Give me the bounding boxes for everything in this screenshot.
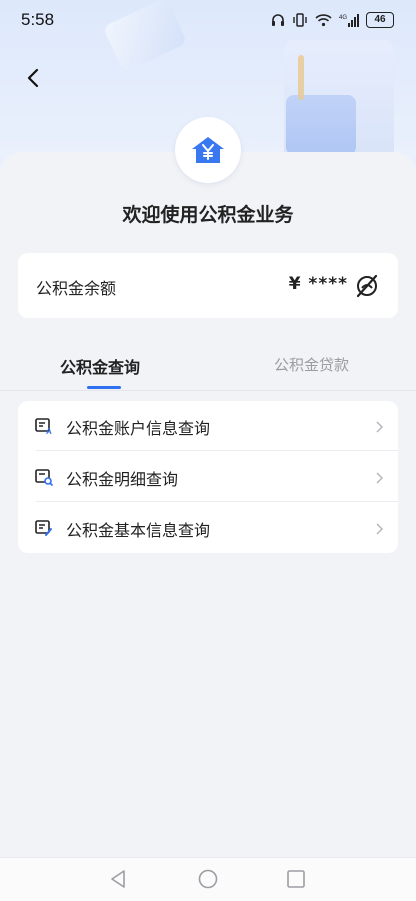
divider [36,450,398,451]
balance-value: ¥ **** [288,274,348,294]
menu-item-basic-info-query[interactable]: 公积金基本信息查询 [18,503,398,553]
battery-indicator: 46 [366,12,394,28]
tab-fund-query[interactable]: 公积金查询 [60,354,140,378]
chevron-right-icon [376,523,384,535]
divider [36,501,398,502]
house-yen-icon [192,137,224,163]
balance-card: 公积金余额 ¥ **** [18,253,398,318]
chevron-right-icon [376,472,384,484]
tab-fund-loan[interactable]: 公积金贷款 [274,354,349,375]
system-nav-bar [0,857,416,901]
chevron-left-icon[interactable] [22,66,46,90]
decor-shape [298,55,304,100]
account-doc-icon: A [35,418,52,436]
eye-hidden-icon[interactable] [354,273,380,299]
active-tab-indicator [87,386,121,389]
wifi-icon [315,14,332,27]
menu-item-detail-query[interactable]: 公积金明细查询 [18,452,398,502]
svg-text:4G: 4G [339,15,347,21]
headphones-icon [272,14,284,26]
square-recents-icon[interactable] [285,868,307,890]
triangle-back-icon[interactable] [108,868,130,890]
svg-text:A: A [46,427,52,436]
status-icons: 4G 46 [271,12,394,28]
page-title: 欢迎使用公积金业务 [122,204,294,226]
menu-item-label: 公积金基本信息查询 [66,521,211,540]
decor-shape [286,95,356,155]
balance-label: 公积金余额 [36,279,117,298]
app-logo [175,117,241,183]
chevron-right-icon [376,421,384,433]
detail-search-icon [35,469,54,487]
vibrate-icon [293,13,307,27]
circle-home-icon[interactable] [197,868,219,890]
info-edit-icon [35,520,52,536]
tab-bar: 公积金查询 公积金贷款 [0,340,416,391]
query-menu: A 公积金账户信息查询 公积金明细查询 公积金基本信息查询 [18,401,398,553]
status-time: 5:58 [21,10,55,29]
cellular-signal-icon: 4G [339,14,359,27]
menu-item-account-query[interactable]: A 公积金账户信息查询 [18,401,398,451]
menu-item-label: 公积金明细查询 [66,470,179,489]
menu-item-label: 公积金账户信息查询 [66,419,211,438]
status-bar: 5:58 4G 46 [0,0,416,40]
